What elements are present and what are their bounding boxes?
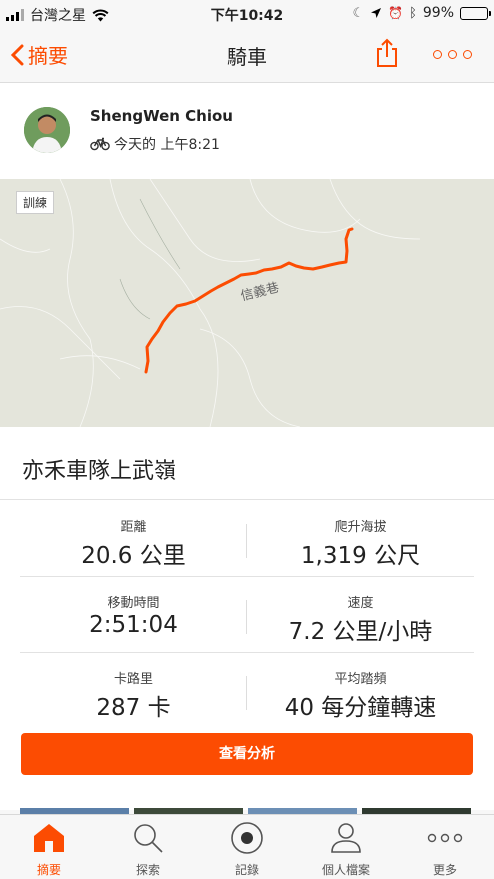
tab-label: 摘要 <box>36 863 61 877</box>
tab-profile[interactable]: 個人檔案 <box>297 815 395 879</box>
alarm-icon: ⏰ <box>388 6 404 20</box>
bike-icon <box>90 137 110 151</box>
stats-panel: 距離 20.6 公里 爬升海拔 1,319 公尺 移動時間 2:51:04 速度… <box>0 500 494 810</box>
share-button[interactable] <box>376 38 398 72</box>
stat-moving-time: 移動時間 2:51:04 <box>20 576 247 652</box>
tab-label: 記錄 <box>234 863 259 877</box>
stat-elevation-gain: 爬升海拔 1,319 公尺 <box>247 500 474 576</box>
stat-speed: 速度 7.2 公里/小時 <box>247 576 474 652</box>
map-tag: 訓練 <box>16 191 55 214</box>
tab-label: 更多 <box>432 863 457 877</box>
stat-value: 2:51:04 <box>89 612 178 638</box>
stat-value: 40 每分鐘轉速 <box>284 695 437 721</box>
stat-row: 卡路里 287 卡 平均踏頻 40 每分鐘轉速 <box>20 652 474 728</box>
tab-record[interactable]: 記錄 <box>198 815 296 879</box>
activity-title-card: 亦禾車隊上武嶺 <box>0 427 494 500</box>
battery-percent: 99% <box>422 5 454 21</box>
stat-value: 7.2 公里/小時 <box>288 619 433 645</box>
tab-explore[interactable]: 探索 <box>99 815 197 879</box>
tab-label: 探索 <box>135 863 160 877</box>
tab-bar: 摘要 探索 記錄 個人檔案 更多 <box>0 814 494 879</box>
stat-label: 爬升海拔 <box>334 520 387 535</box>
stat-cadence: 平均踏頻 40 每分鐘轉速 <box>247 652 474 728</box>
stat-row: 移動時間 2:51:04 速度 7.2 公里/小時 <box>20 576 474 653</box>
stat-label: 卡路里 <box>113 672 153 687</box>
athlete-header: ShengWen Chiou 今天的 上午8:21 <box>0 83 494 179</box>
location-icon <box>371 8 382 18</box>
more-icon <box>427 833 463 843</box>
share-icon <box>377 38 397 67</box>
activity-meta: 今天的 上午8:21 <box>90 134 220 154</box>
tab-more[interactable]: 更多 <box>396 815 494 879</box>
stat-row: 距離 20.6 公里 爬升海拔 1,319 公尺 <box>20 500 474 577</box>
activity-title: 亦禾車隊上武嶺 <box>22 459 177 484</box>
avatar[interactable] <box>24 107 70 153</box>
stat-label: 移動時間 <box>107 596 160 611</box>
stat-calories: 卡路里 287 卡 <box>20 652 247 728</box>
athlete-name[interactable]: ShengWen Chiou <box>90 107 233 125</box>
route-map[interactable]: 訓練 信義巷 <box>0 179 494 427</box>
moon-icon: ☾ <box>352 5 365 21</box>
stat-label: 平均踏頻 <box>334 672 387 687</box>
battery-icon <box>460 6 491 20</box>
record-icon <box>231 822 263 854</box>
stat-value: 20.6 公里 <box>81 543 186 569</box>
more-options-button[interactable] <box>433 50 472 59</box>
navigation-bar: 摘要 騎車 <box>0 28 494 83</box>
page-title: 騎車 <box>227 45 267 69</box>
view-analysis-button[interactable]: 查看分析 <box>21 733 473 775</box>
bluetooth-icon: ᛒ <box>409 5 417 21</box>
home-icon <box>34 824 64 852</box>
tab-feed[interactable]: 摘要 <box>0 815 98 879</box>
stat-distance: 距離 20.6 公里 <box>20 500 247 576</box>
tab-label: 個人檔案 <box>321 863 370 877</box>
search-icon <box>134 824 163 853</box>
stat-label: 距離 <box>120 520 147 535</box>
stat-value: 1,319 公尺 <box>300 543 421 569</box>
activity-timestamp: 今天的 上午8:21 <box>114 137 220 153</box>
stat-value: 287 卡 <box>96 695 171 721</box>
stat-label: 速度 <box>347 596 374 611</box>
status-bar: 台灣之星 下午10:42 ☾ ⏰ ᛒ 99% <box>0 0 494 28</box>
profile-icon <box>331 823 361 853</box>
